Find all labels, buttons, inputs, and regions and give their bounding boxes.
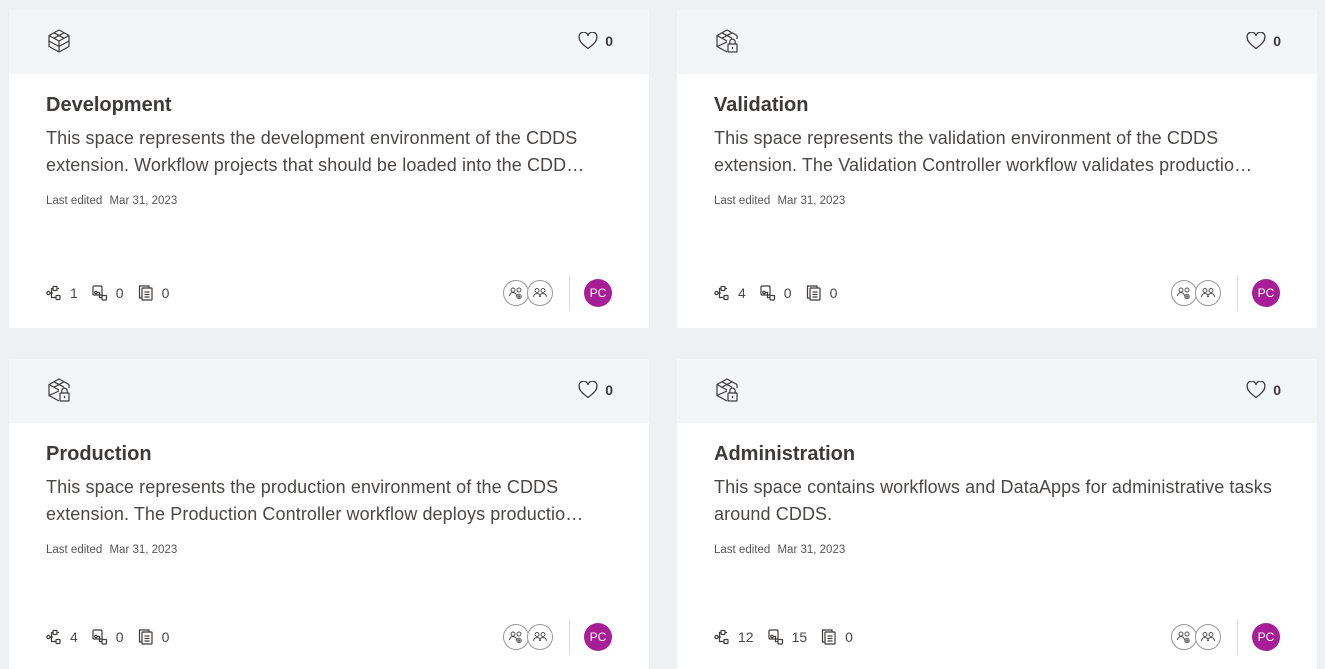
- files-icon: [138, 285, 154, 301]
- card-header: 0: [677, 359, 1317, 423]
- file-count: 0: [138, 285, 169, 301]
- locked-cube-icon: [714, 377, 740, 403]
- workflow-icon: [46, 285, 62, 301]
- divider: [1237, 275, 1238, 311]
- workflow-count: 1: [46, 285, 78, 301]
- component-count: 15: [768, 629, 807, 645]
- space-title[interactable]: Validation: [714, 94, 1280, 117]
- locked-cube-icon: [46, 377, 72, 403]
- favorite-count: 0: [605, 382, 613, 398]
- favorite-button[interactable]: 0: [578, 32, 613, 50]
- divider: [569, 275, 570, 311]
- space-groups[interactable]: [503, 280, 553, 306]
- favorite-button[interactable]: 0: [1246, 32, 1281, 50]
- locked-cube-icon: [714, 28, 740, 54]
- file-count: 0: [806, 285, 837, 301]
- file-count: 0: [138, 629, 169, 645]
- space-description: This space contains workflows and DataAp…: [714, 477, 1272, 524]
- space-description: This space represents the production env…: [46, 477, 584, 524]
- component-icon: [92, 629, 108, 645]
- avatar[interactable]: PC: [584, 623, 612, 651]
- workflow-icon: [714, 629, 730, 645]
- user-group-icon: [527, 624, 553, 650]
- last-edited: Last edited Mar 31, 2023: [46, 195, 178, 207]
- avatar[interactable]: PC: [584, 279, 612, 307]
- avatar[interactable]: PC: [1252, 279, 1280, 307]
- component-count: 0: [92, 629, 124, 645]
- workflow-icon: [46, 629, 62, 645]
- space-groups[interactable]: [1171, 624, 1221, 650]
- user-group-icon: [1195, 624, 1221, 650]
- favorite-button[interactable]: 0: [1246, 381, 1281, 399]
- file-count: 0: [821, 629, 853, 645]
- card-header: 0: [677, 10, 1317, 74]
- component-icon: [92, 285, 108, 301]
- space-description: This space represents the validation env…: [714, 128, 1253, 175]
- workflow-icon: [714, 285, 730, 301]
- favorite-count: 0: [605, 33, 613, 49]
- last-edited: Last edited Mar 31, 2023: [46, 544, 178, 556]
- workflow-count: 4: [714, 285, 746, 301]
- admin-group-icon: [1171, 624, 1197, 650]
- favorite-button[interactable]: 0: [578, 381, 613, 399]
- divider: [1237, 619, 1238, 655]
- admin-group-icon: [503, 280, 529, 306]
- admin-group-icon: [1171, 280, 1197, 306]
- favorite-count: 0: [1273, 33, 1281, 49]
- files-icon: [821, 629, 837, 645]
- cube-icon: [46, 28, 72, 54]
- component-count: 0: [92, 285, 124, 301]
- files-icon: [138, 629, 154, 645]
- workflow-count: 4: [46, 629, 78, 645]
- component-icon: [760, 285, 776, 301]
- space-card-production[interactable]: 0 Production This space represents the p…: [9, 359, 649, 669]
- space-card-validation[interactable]: 0 Validation This space represents the v…: [677, 10, 1317, 328]
- avatar[interactable]: PC: [1252, 623, 1280, 651]
- heart-icon: [578, 32, 598, 50]
- files-icon: [806, 285, 822, 301]
- space-card-development[interactable]: 0 Development This space represents the …: [9, 10, 649, 328]
- space-description: This space represents the development en…: [46, 128, 585, 175]
- space-groups[interactable]: [503, 624, 553, 650]
- user-group-icon: [1195, 280, 1221, 306]
- heart-icon: [578, 381, 598, 399]
- last-edited: Last edited Mar 31, 2023: [714, 544, 846, 556]
- last-edited: Last edited Mar 31, 2023: [714, 195, 846, 207]
- component-icon: [768, 629, 784, 645]
- space-title[interactable]: Production: [46, 443, 612, 466]
- user-group-icon: [527, 280, 553, 306]
- heart-icon: [1246, 381, 1266, 399]
- heart-icon: [1246, 32, 1266, 50]
- workflow-count: 12: [714, 629, 754, 645]
- card-header: 0: [9, 359, 649, 423]
- space-title[interactable]: Administration: [714, 443, 1280, 466]
- space-groups[interactable]: [1171, 280, 1221, 306]
- component-count: 0: [760, 285, 792, 301]
- space-title[interactable]: Development: [46, 94, 612, 117]
- favorite-count: 0: [1273, 382, 1281, 398]
- space-card-administration[interactable]: 0 Administration This space contains wor…: [677, 359, 1317, 669]
- card-header: 0: [9, 10, 649, 74]
- admin-group-icon: [503, 624, 529, 650]
- divider: [569, 619, 570, 655]
